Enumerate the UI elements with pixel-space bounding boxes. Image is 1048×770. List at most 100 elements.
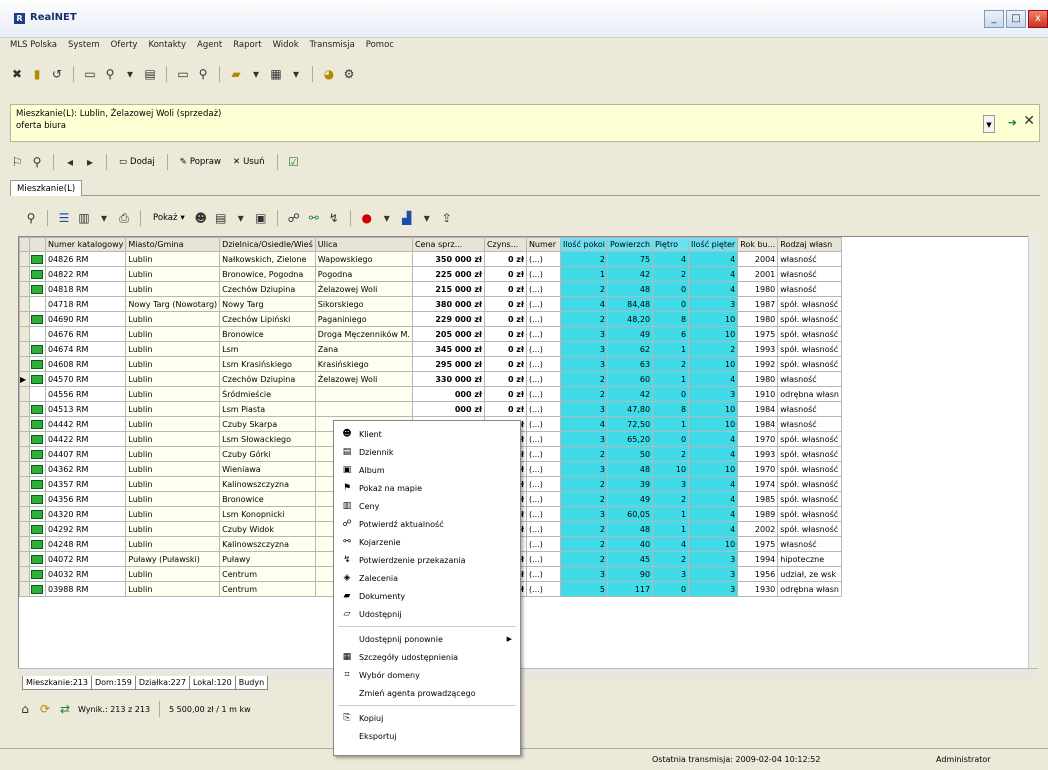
- diary-icon[interactable]: ▤: [214, 211, 228, 225]
- context-menu-item[interactable]: ◈ Zalecenia: [334, 569, 520, 587]
- refresh-icon[interactable]: ↺: [50, 67, 64, 81]
- header-year[interactable]: Rok bu...: [737, 237, 779, 252]
- row-indicator[interactable]: [19, 551, 30, 567]
- context-menu-item[interactable]: ☍ Potwierdź aktualność: [334, 515, 520, 533]
- table-row[interactable]: 04818 RM Lublin Czechów Dziupina Żelazowej …: [19, 281, 842, 297]
- row-indicator[interactable]: [19, 461, 30, 477]
- edit-button[interactable]: ✎ Popraw: [177, 155, 224, 169]
- dropdown-arrow-icon[interactable]: ▾: [380, 211, 394, 225]
- row-indicator[interactable]: [19, 431, 30, 447]
- header-rent[interactable]: Czyns...: [483, 237, 527, 252]
- tab-apartment-count[interactable]: Mieszkanie:213: [22, 676, 92, 690]
- row-indicator[interactable]: [19, 296, 30, 312]
- context-menu-item[interactable]: ▣ Album: [334, 461, 520, 479]
- context-menu-item[interactable]: ⚯ Kojarzenie: [334, 533, 520, 551]
- door-icon[interactable]: ▮: [30, 67, 44, 81]
- calendar-icon[interactable]: ▦: [269, 67, 283, 81]
- context-menu-item[interactable]: Eksportuj: [334, 727, 520, 745]
- header-street[interactable]: Ulica: [314, 237, 413, 252]
- checklist-icon[interactable]: ☑: [287, 155, 301, 169]
- export-icon[interactable]: ⇪: [440, 211, 454, 225]
- dropdown-arrow-icon[interactable]: ▾: [289, 67, 303, 81]
- transfer-icon[interactable]: ⇄: [58, 702, 72, 716]
- header-rooms[interactable]: Ilość pokoi: [559, 237, 608, 252]
- menu-offers[interactable]: Oferty: [111, 40, 138, 56]
- print-icon[interactable]: ⎙: [117, 211, 131, 226]
- context-menu-item[interactable]: Udostępnij ponownie ▶: [334, 630, 520, 648]
- header-catalog-number[interactable]: Numer katalogowy: [44, 237, 127, 252]
- row-indicator[interactable]: [19, 401, 30, 417]
- row-indicator[interactable]: [19, 416, 30, 432]
- binoculars-icon[interactable]: ⚲: [30, 155, 44, 169]
- row-indicator[interactable]: [19, 491, 30, 507]
- tab-apartment[interactable]: Mieszkanie(L): [10, 180, 83, 196]
- refresh-icon[interactable]: ⟳: [38, 702, 52, 716]
- tab-building-count[interactable]: Budyn: [234, 676, 269, 690]
- context-menu-item[interactable]: ▥ Ceny: [334, 497, 520, 515]
- header-floors[interactable]: Ilość pięter: [688, 237, 739, 252]
- row-indicator[interactable]: [19, 251, 30, 267]
- dropdown-arrow-icon[interactable]: ▾: [97, 211, 111, 225]
- row-indicator[interactable]: [19, 446, 30, 462]
- tools-icon[interactable]: ✖: [10, 67, 24, 81]
- close-icon[interactable]: ✕: [1023, 113, 1035, 129]
- menu-system[interactable]: System: [68, 40, 100, 56]
- header-number[interactable]: Numer: [525, 237, 561, 252]
- user-icon[interactable]: ☻: [194, 211, 208, 225]
- table-row[interactable]: 04674 RM Lublin Lsm Zana 345 000 zł 0 zł (...)…: [19, 341, 842, 357]
- columns-icon[interactable]: ▥: [77, 211, 91, 225]
- previous-icon[interactable]: ◂: [63, 155, 77, 169]
- menu-view[interactable]: Widok: [273, 40, 299, 56]
- header-area[interactable]: Powierzch: [606, 237, 654, 252]
- current-row-indicator-icon[interactable]: ▶: [19, 371, 30, 387]
- row-indicator[interactable]: [19, 386, 30, 402]
- menu-help[interactable]: Pomoc: [366, 40, 394, 56]
- minimize-button[interactable]: _: [984, 10, 1004, 28]
- globe-icon[interactable]: ◕: [322, 67, 336, 81]
- tab-house-count[interactable]: Dom:159: [91, 676, 136, 690]
- context-menu-item[interactable]: Zmień agenta prowadzącego: [334, 684, 520, 702]
- binoculars-icon[interactable]: ⚲: [103, 67, 117, 81]
- row-indicator[interactable]: [19, 521, 30, 537]
- row-indicator[interactable]: [19, 536, 30, 552]
- row-indicator[interactable]: [19, 566, 30, 582]
- table-row[interactable]: 04608 RM Lublin Lsm Krasińskiego Krasińskie…: [19, 356, 842, 372]
- add-button[interactable]: ▭ Dodaj: [116, 155, 158, 169]
- confirm-icon[interactable]: ☍: [287, 211, 301, 225]
- table-row[interactable]: 04513 RM Lublin Lsm Piasta 000 zł 0 zł (...) 3…: [19, 401, 842, 417]
- match-icon[interactable]: ⚯: [307, 211, 321, 225]
- list-icon[interactable]: ☰: [57, 211, 71, 225]
- chevron-down-icon[interactable]: ▼: [983, 115, 995, 133]
- dropdown-arrow-icon[interactable]: ▾: [249, 67, 263, 81]
- page-icon[interactable]: ▤: [143, 67, 157, 81]
- context-menu-item[interactable]: ⚑ Pokaż na mapie: [334, 479, 520, 497]
- table-row[interactable]: 04676 RM Lublin Bronowice Droga Męczenników…: [19, 326, 842, 342]
- context-menu-item[interactable]: ▱ Udostępnij: [334, 605, 520, 623]
- handover-icon[interactable]: ↯: [327, 211, 341, 225]
- header-price[interactable]: Cena sprz...: [411, 237, 485, 252]
- row-indicator[interactable]: [19, 266, 30, 282]
- table-row[interactable]: 04826 RM Lublin Nałkowskich, Zielone Wapows…: [19, 251, 842, 267]
- context-menu-item[interactable]: ▦ Szczegóły udostępnienia: [334, 648, 520, 666]
- vertical-scrollbar[interactable]: [1028, 236, 1038, 668]
- new-document-icon[interactable]: ▭: [83, 67, 97, 81]
- row-indicator[interactable]: [19, 476, 30, 492]
- menu-agent[interactable]: Agent: [197, 40, 222, 56]
- filter-icon[interactable]: ⚐: [10, 155, 24, 169]
- arrow-right-icon[interactable]: ➜: [1008, 116, 1017, 129]
- table-row[interactable]: 04718 RM Nowy Targ (Nowotarg) Nowy Targ Sik…: [19, 296, 842, 312]
- context-menu-item[interactable]: ▤ Dziennik: [334, 443, 520, 461]
- search-icon[interactable]: ⚲: [196, 67, 210, 81]
- table-row[interactable]: ▶ 04570 RM Lublin Czechów Dziupina Żelazowej…: [19, 371, 842, 387]
- row-indicator[interactable]: [19, 311, 30, 327]
- close-button[interactable]: x: [1028, 10, 1048, 28]
- dropdown-arrow-icon[interactable]: ▾: [234, 211, 248, 225]
- row-indicator[interactable]: [19, 281, 30, 297]
- context-menu-item[interactable]: ▰ Dokumenty: [334, 587, 520, 605]
- home-icon[interactable]: ⌂: [18, 702, 32, 716]
- header-city[interactable]: Miasto/Gmina: [125, 237, 221, 252]
- chart-icon[interactable]: ▟: [400, 211, 414, 225]
- magnifier-icon[interactable]: ⚲: [24, 211, 38, 225]
- tab-plot-count[interactable]: Działka:227: [134, 676, 190, 690]
- row-indicator[interactable]: [19, 326, 30, 342]
